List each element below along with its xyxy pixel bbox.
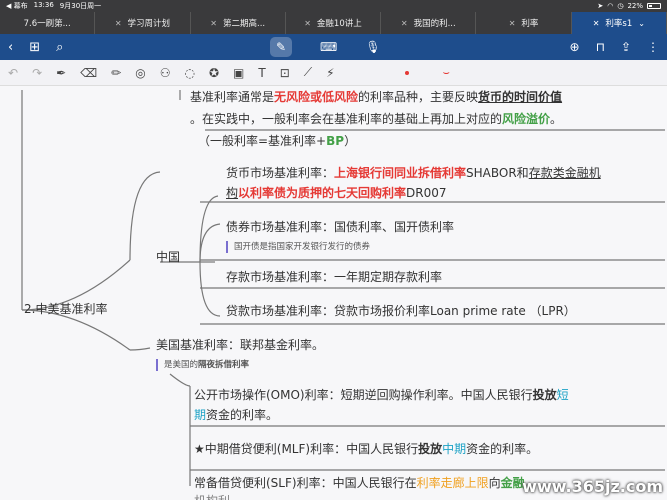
textbox-icon[interactable]: T <box>258 66 265 80</box>
chevron-down-icon[interactable]: ⌄ <box>638 19 645 28</box>
tab-5[interactable]: ✕ 我国的利... <box>381 12 477 34</box>
undo-icon[interactable]: ↶ <box>8 66 18 80</box>
node-china[interactable]: 中国 <box>156 248 180 266</box>
note-marker <box>156 359 158 371</box>
close-icon[interactable]: ✕ <box>210 19 217 28</box>
keyboard-icon[interactable]: ⌨ <box>320 40 337 54</box>
note-marker <box>226 241 228 253</box>
status-bar: ◀ 幕布 13:36 9月30日周一 ➤ ◠ ◷ 22% <box>0 0 667 12</box>
money-market-rate-line1: 货币市场基准利率：上海银行间同业拆借利率SHABOR和存款类金融机 <box>226 166 601 180</box>
close-icon[interactable]: ✕ <box>509 19 516 28</box>
base-rate-paragraph-line2: 。在实践中，一般利率会在基准利率的基础上再加上对应的风险溢价。 <box>190 112 563 126</box>
shape-icon[interactable]: ◎ <box>135 66 145 80</box>
watermark: www.365jz.com <box>522 477 663 496</box>
close-icon[interactable]: ✕ <box>593 19 600 28</box>
slf-rate-line1: 常备借贷便利(SLF)利率：中国人民银行在利率走廊上限向金融 <box>194 476 525 490</box>
tab-label: 利率s1 <box>605 19 633 29</box>
tab-7-active[interactable]: ✕ 利率s1 ⌄ <box>571 12 667 34</box>
note-canvas[interactable]: 基准利率通常是无风险或低风险的利率品种，主要反映货币的时间价值 。在实践中，一般… <box>0 86 667 500</box>
close-icon[interactable]: ✕ <box>304 19 311 28</box>
ruler-icon[interactable]: ⟋ <box>304 65 312 80</box>
lasso-icon[interactable]: ◌ <box>184 66 194 80</box>
tab-label: 学习周计划 <box>127 19 171 29</box>
status-date: 9月30日周一 <box>59 2 102 10</box>
tab-1[interactable]: 7.6一刷第... <box>0 12 96 34</box>
tab-label: 我国的利... <box>413 19 456 29</box>
tab-label: 7.6一刷第... <box>23 19 71 29</box>
back-to-app[interactable]: ◀ 幕布 <box>6 1 28 11</box>
tab-3[interactable]: ✕ 第二期高... <box>191 12 286 34</box>
microphone-icon[interactable]: 🎙 <box>365 40 380 54</box>
node-section-title[interactable]: 2.中美基准利率 <box>24 300 107 318</box>
battery-percent: 22% <box>627 2 643 10</box>
battery-icon <box>647 3 661 9</box>
alarm-icon: ◷ <box>617 2 624 10</box>
omo-rate-line2: 期资金的利率。 <box>194 408 279 422</box>
bond-market-rate: 债券市场基准利率：国债利率、国开债利率 <box>226 220 455 234</box>
pen-icon[interactable]: ✒ <box>56 66 66 80</box>
money-market-rate-line2: 构以利率债为质押的七天回购利率DR007 <box>226 186 447 200</box>
laser-icon[interactable]: ⚡ <box>326 66 334 80</box>
deposit-market-rate: 存款市场基准利率：一年期定期存款利率 <box>226 270 443 284</box>
bookmark-icon[interactable]: ⊓ <box>596 40 605 54</box>
grid-icon[interactable]: ⊞ <box>29 40 40 55</box>
tab-6[interactable]: ✕ 利率 <box>476 12 572 34</box>
us-note: 是美国的隔夜拆借利率 <box>164 360 250 370</box>
share-icon[interactable]: ⇪ <box>621 40 631 54</box>
loan-market-rate: 贷款市场基准利率：贷款市场报价利率Loan prime rate （LPR） <box>226 304 576 318</box>
base-rate-paragraph-line1: 基准利率通常是无风险或低风险的利率品种，主要反映货币的时间价值 <box>190 90 563 104</box>
tab-4[interactable]: ✕ 金融10讲上 <box>286 12 382 34</box>
slf-rate-line2: 机构利 <box>194 492 230 500</box>
pen-mode-icon[interactable]: ✎ <box>270 37 292 57</box>
status-time: 13:36 <box>33 1 54 9</box>
eraser-icon[interactable]: ⌫ <box>80 66 97 80</box>
selection-icon[interactable]: ⚇ <box>160 66 171 80</box>
more-icon[interactable]: ⋮ <box>647 40 659 54</box>
mlf-rate: ★中期借贷便利(MLF)利率：中国人民银行投放中期资金的利率。 <box>194 442 539 456</box>
omo-rate-line1: 公开市场操作(OMO)利率：短期逆回购操作利率。中国人民银行投放短 <box>194 388 569 402</box>
color-dot[interactable] <box>404 70 409 75</box>
main-toolbar: ‹ ⊞ ⌕ ✎ ⌨ 🎙 ⊕ ⊓ ⇪ ⋮ <box>0 34 667 60</box>
tab-label: 第二期高... <box>223 19 266 29</box>
add-page-icon[interactable]: ⊕ <box>570 40 580 54</box>
camera-icon[interactable]: ⊡ <box>280 66 290 80</box>
wifi-icon: ◠ <box>607 2 614 10</box>
tab-label: 利率 <box>521 19 539 29</box>
document-tabs: 7.6一刷第... ✕ 学习周计划 ✕ 第二期高... ✕ 金融10讲上 ✕ 我国的利.… <box>0 12 667 34</box>
redo-icon[interactable]: ↷ <box>32 66 42 80</box>
image-icon[interactable]: ▣ <box>233 66 244 80</box>
close-icon[interactable]: ✕ <box>401 19 408 28</box>
us-base-rate: 美国基准利率：联邦基金利率。 <box>156 338 325 352</box>
highlighter-icon[interactable]: ✏ <box>111 66 121 80</box>
tab-label: 金融10讲上 <box>316 19 362 29</box>
bond-note: 国开债是指国家开发银行发行的债券 <box>234 242 371 252</box>
back-icon[interactable]: ‹ <box>8 40 13 55</box>
star-icon[interactable]: ✪ <box>209 66 219 80</box>
location-icon: ➤ <box>597 2 604 10</box>
pen-toolbar: ↶ ↷ ✒ ⌫ ✏ ◎ ⚇ ◌ ✪ ▣ T ⊡ ⟋ ⚡ ⌣ <box>0 60 667 86</box>
stroke-style-icon[interactable]: ⌣ <box>443 66 450 80</box>
search-icon[interactable]: ⌕ <box>56 40 63 55</box>
tab-2[interactable]: ✕ 学习周计划 <box>95 12 191 34</box>
base-rate-formula: （一般利率=基准利率+BP） <box>198 134 357 148</box>
close-icon[interactable]: ✕ <box>115 19 122 28</box>
